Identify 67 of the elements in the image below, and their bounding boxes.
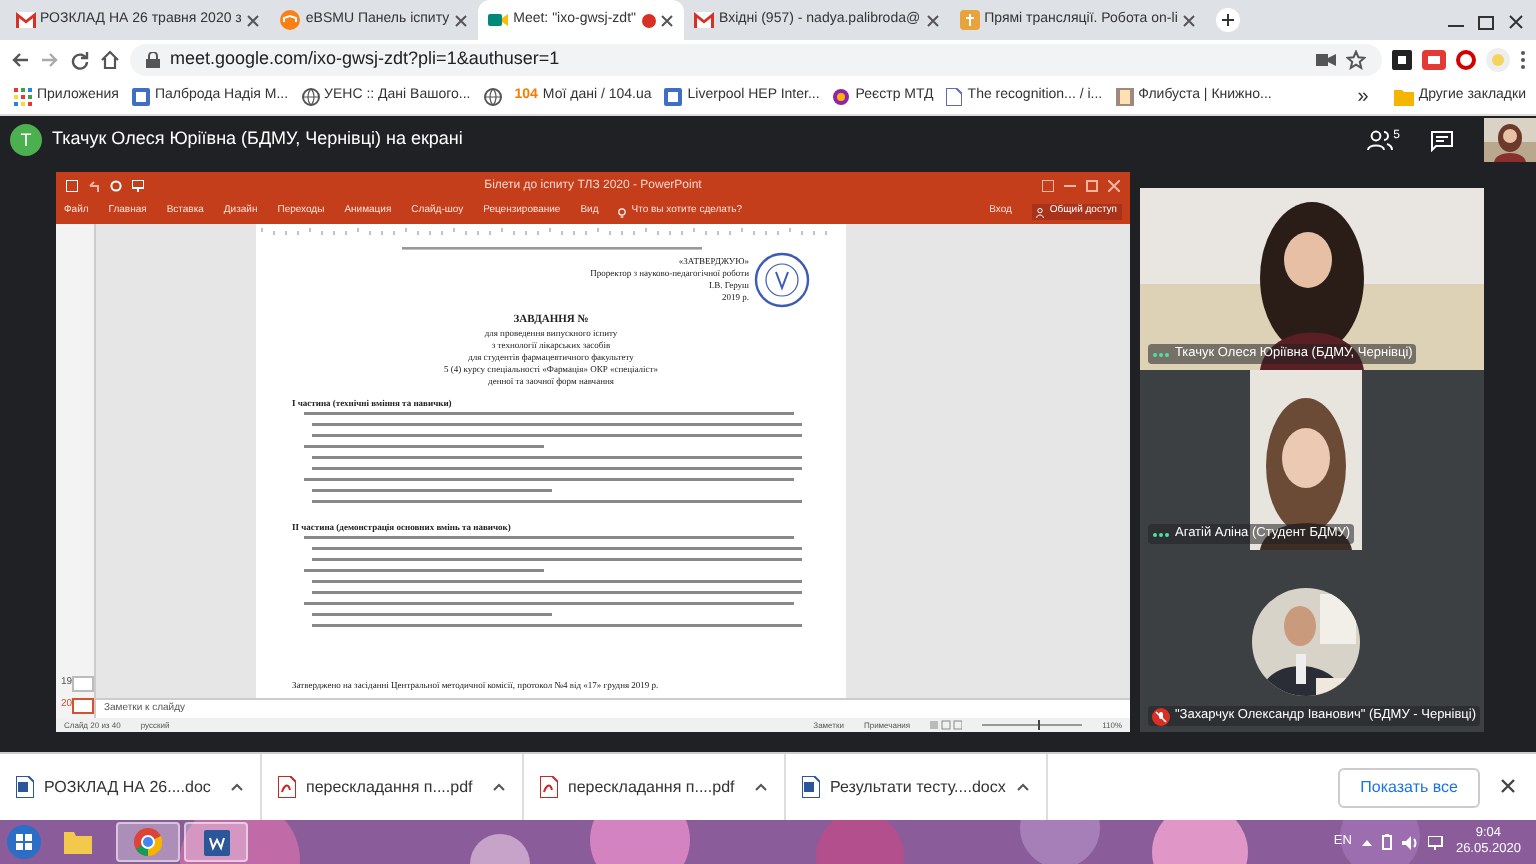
slideshow-icon[interactable] — [132, 180, 144, 192]
caret-icon[interactable] — [1016, 782, 1030, 792]
address-bar[interactable]: meet.google.com/ixo-gwsj-zdt?pli=1&authuser=1 — [130, 44, 1382, 76]
menu-icon[interactable] — [1520, 50, 1526, 70]
people-icon — [1365, 130, 1394, 150]
folder-icon — [64, 830, 92, 854]
battery-icon[interactable] — [1381, 834, 1392, 850]
close-icon[interactable] — [1500, 778, 1516, 795]
home-icon[interactable] — [100, 50, 120, 70]
caret-icon[interactable] — [754, 782, 768, 792]
close-icon[interactable] — [925, 13, 940, 27]
tray-arrow-icon[interactable] — [1361, 838, 1372, 846]
site-icon — [664, 88, 683, 106]
star-icon[interactable] — [1346, 50, 1366, 70]
presenter-label: Ткачук Олеся Юріївна (БДМУ, Чернівці) на екрані — [52, 126, 463, 153]
close-icon[interactable] — [1182, 13, 1197, 27]
close-icon[interactable] — [246, 13, 261, 27]
globe-icon — [301, 88, 320, 106]
pdf-file-icon — [278, 776, 296, 798]
site-icon — [131, 88, 150, 106]
apps-icon — [14, 88, 32, 106]
word-file-icon — [16, 776, 34, 798]
new-tab-icon[interactable] — [1216, 7, 1241, 32]
chrome-icon — [133, 828, 161, 856]
hat-icon — [280, 10, 301, 30]
taskbar-app[interactable] — [184, 822, 248, 862]
volume-icon[interactable] — [1401, 835, 1418, 849]
mail-icon — [15, 12, 35, 28]
video-icon[interactable] — [1316, 52, 1336, 68]
slide-thumbnail[interactable] — [72, 697, 94, 713]
show-all-button[interactable]: Показать все — [1338, 767, 1480, 807]
back-icon[interactable] — [10, 50, 30, 70]
slide-thumbnail[interactable] — [72, 676, 94, 692]
folder-icon — [1393, 88, 1414, 106]
pdf-file-icon — [540, 776, 558, 798]
word-file-icon — [802, 776, 820, 798]
site-icon — [959, 10, 980, 30]
chat-icon[interactable] — [1430, 129, 1454, 151]
taskbar-app[interactable] — [115, 822, 179, 862]
globe-icon — [483, 88, 502, 106]
mail-icon — [694, 12, 714, 28]
person-icon — [1036, 207, 1045, 217]
restore-icon[interactable] — [1476, 14, 1496, 30]
lock-icon — [146, 52, 160, 68]
avatar: Т — [10, 124, 42, 156]
start-icon[interactable] — [5, 824, 41, 860]
camera-icon — [488, 10, 509, 30]
opera-icon[interactable] — [1456, 50, 1476, 70]
close-icon[interactable] — [660, 13, 674, 27]
close-icon[interactable] — [1506, 14, 1526, 30]
caret-icon[interactable] — [492, 782, 506, 792]
more-bookmarks-button[interactable]: » — [1357, 82, 1369, 112]
flower-icon — [832, 88, 851, 106]
extension-icon[interactable] — [1392, 50, 1412, 70]
reload-icon[interactable] — [70, 50, 90, 70]
seal-drawing — [754, 252, 810, 308]
url-text: meet.google.com/ixo-gwsj-zdt?pli=1&authuser=1 — [170, 46, 560, 73]
document-icon — [946, 88, 963, 106]
book-icon — [1115, 88, 1134, 106]
bookmark-link[interactable] — [479, 88, 506, 106]
ribbon-options-icon[interactable] — [1042, 180, 1054, 192]
caret-icon[interactable] — [230, 782, 244, 792]
save-icon[interactable] — [66, 180, 78, 192]
lightbulb-icon — [618, 207, 627, 217]
undo-icon[interactable] — [88, 180, 100, 192]
network-icon[interactable] — [1427, 835, 1446, 849]
close-icon[interactable] — [454, 13, 469, 27]
